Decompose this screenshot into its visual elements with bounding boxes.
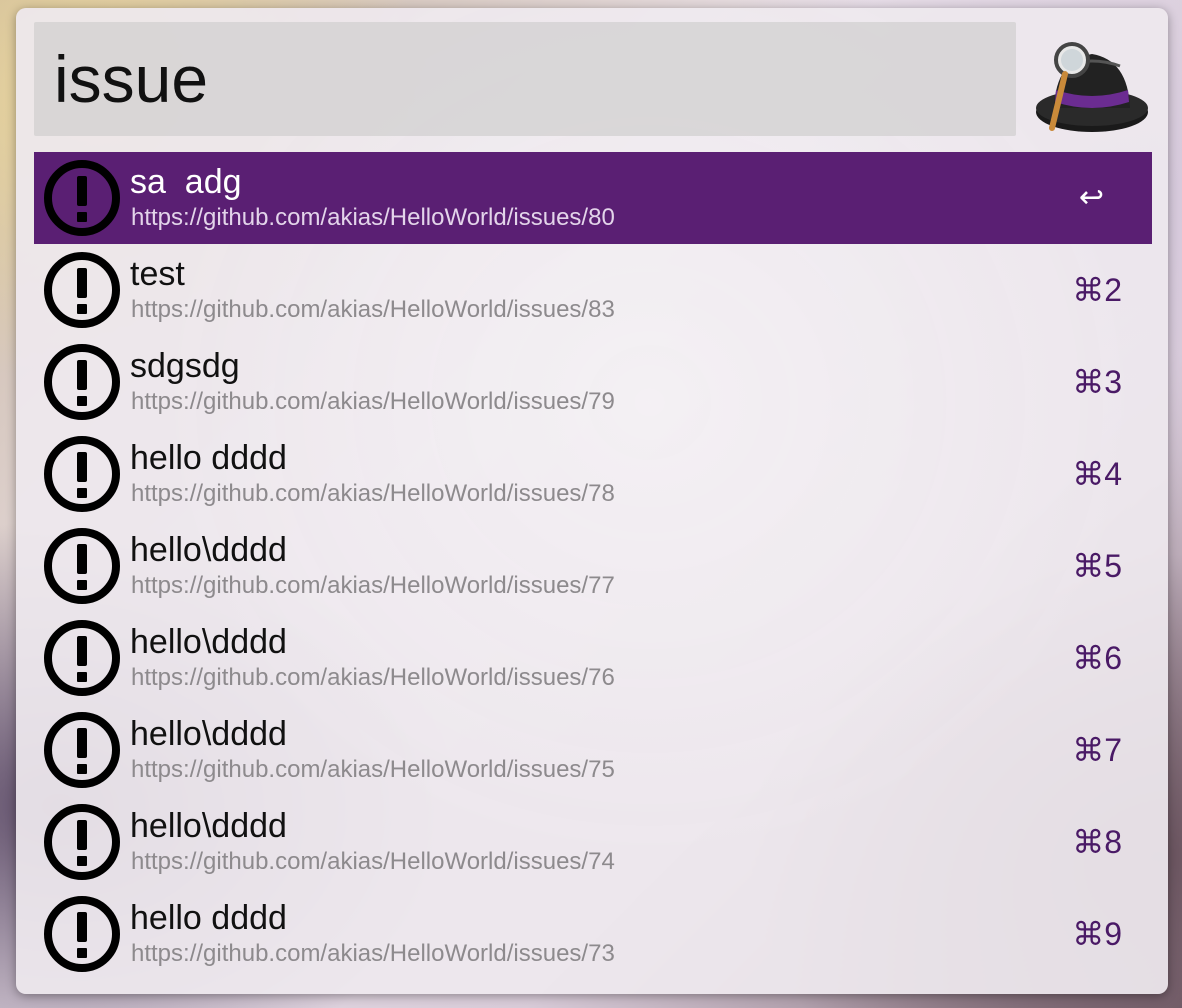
return-key-icon: ↩: [1078, 181, 1104, 214]
result-title: hello dddd: [130, 899, 287, 937]
result-title: hello dddd: [130, 439, 287, 477]
result-shortcut: ⌘9: [1072, 916, 1122, 952]
result-title: sdgsdg: [130, 347, 240, 385]
issue-exclamation-icon: [44, 436, 120, 512]
result-subtitle: https://github.com/akias/HelloWorld/issu…: [131, 204, 615, 231]
result-subtitle: https://github.com/akias/HelloWorld/issu…: [131, 572, 615, 599]
result-title: hello\dddd: [130, 623, 287, 661]
result-shortcut: ⌘2: [1072, 272, 1122, 308]
search-input[interactable]: [54, 34, 954, 124]
result-row[interactable]: sa adg https://github.com/akias/HelloWor…: [34, 152, 1152, 244]
result-title: hello\dddd: [130, 807, 287, 845]
issue-exclamation-icon: [44, 712, 120, 788]
issue-exclamation-icon: [44, 344, 120, 420]
result-row[interactable]: test https://github.com/akias/HelloWorld…: [34, 244, 1152, 336]
search-box[interactable]: [34, 22, 1016, 136]
result-title: sa adg: [130, 163, 242, 201]
issue-exclamation-icon: [44, 528, 120, 604]
result-subtitle: https://github.com/akias/HelloWorld/issu…: [131, 480, 615, 507]
result-subtitle: https://github.com/akias/HelloWorld/issu…: [131, 848, 615, 875]
result-shortcut: ⌘3: [1072, 364, 1122, 400]
issue-exclamation-icon: [44, 252, 120, 328]
result-row[interactable]: hello\dddd https://github.com/akias/Hell…: [34, 796, 1152, 888]
result-title: hello\dddd: [130, 715, 287, 753]
result-row[interactable]: hello dddd https://github.com/akias/Hell…: [34, 428, 1152, 520]
result-shortcut: ⌘6: [1072, 640, 1122, 676]
result-row[interactable]: hello\dddd https://github.com/akias/Hell…: [34, 704, 1152, 796]
results-list: sa adg https://github.com/akias/HelloWor…: [34, 152, 1152, 980]
issue-exclamation-icon: [44, 804, 120, 880]
result-row[interactable]: hello\dddd https://github.com/akias/Hell…: [34, 520, 1152, 612]
result-title: test: [130, 255, 185, 293]
result-row[interactable]: sdgsdg https://github.com/akias/HelloWor…: [34, 336, 1152, 428]
result-shortcut: ⌘5: [1072, 548, 1122, 584]
result-shortcut: ⌘7: [1072, 732, 1122, 768]
result-row[interactable]: hello dddd https://github.com/akias/Hell…: [34, 888, 1152, 980]
result-subtitle: https://github.com/akias/HelloWorld/issu…: [131, 664, 615, 691]
result-subtitle: https://github.com/akias/HelloWorld/issu…: [131, 388, 615, 415]
result-title: hello\dddd: [130, 531, 287, 569]
alfred-window: sa adg https://github.com/akias/HelloWor…: [16, 8, 1168, 994]
alfred-hat-icon[interactable]: [1032, 30, 1152, 140]
issue-exclamation-icon: [44, 896, 120, 972]
result-subtitle: https://github.com/akias/HelloWorld/issu…: [131, 940, 615, 967]
result-subtitle: https://github.com/akias/HelloWorld/issu…: [131, 756, 615, 783]
result-row[interactable]: hello\dddd https://github.com/akias/Hell…: [34, 612, 1152, 704]
issue-exclamation-icon: [44, 620, 120, 696]
result-subtitle: https://github.com/akias/HelloWorld/issu…: [131, 296, 615, 323]
result-shortcut: ⌘4: [1072, 456, 1122, 492]
result-shortcut: ⌘8: [1072, 824, 1122, 860]
issue-exclamation-icon: [44, 160, 120, 236]
